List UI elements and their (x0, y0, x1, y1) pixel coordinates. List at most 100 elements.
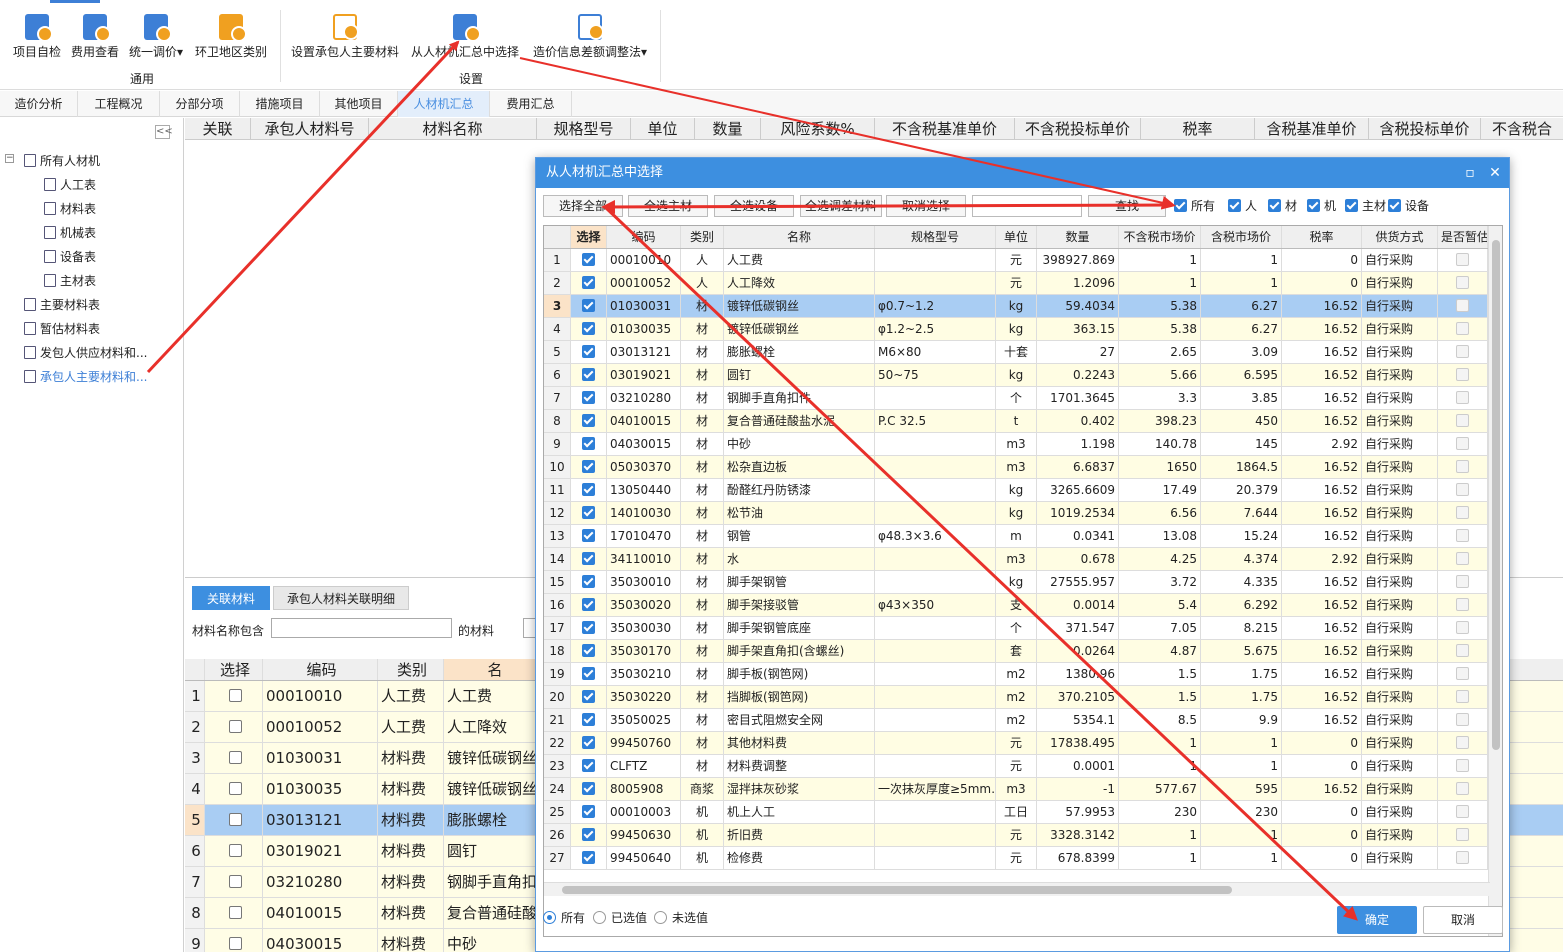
row-checkbox[interactable] (582, 621, 595, 634)
table-row[interactable]: 9 04030015 材中砂 m3 1.198 140.78 145 2.92 自行采购 (544, 433, 1488, 456)
row-checkbox[interactable] (582, 575, 595, 588)
tab-section-items[interactable]: 分部分项 (160, 91, 240, 117)
close-icon[interactable]: ✕ (1483, 158, 1507, 188)
row-checkbox[interactable] (228, 689, 242, 702)
table-row[interactable]: 21 35050025 材密目式阻燃安全网 m2 5354.1 8.5 9.9 16.52 自行… (544, 709, 1488, 732)
select-from-summary-button[interactable]: 从人材机汇总中选择 (410, 14, 520, 64)
tree-node-labor[interactable]: 人工表 (44, 174, 96, 196)
col-unit[interactable]: 单位 (996, 226, 1037, 248)
table-row[interactable]: 11 13050440 材酚醛红丹防锈漆 kg 3265.6609 17.49 20.379… (544, 479, 1488, 502)
row-checkbox[interactable] (582, 851, 595, 864)
tree-node-machine[interactable]: 机械表 (44, 222, 96, 244)
provisional-checkbox[interactable] (1456, 437, 1469, 450)
provisional-checkbox[interactable] (1456, 851, 1469, 864)
tree-node-material[interactable]: 材料表 (44, 198, 96, 220)
col-bid-price[interactable]: 不含税投标单价 (1015, 118, 1141, 140)
row-checkbox[interactable] (582, 552, 595, 565)
set-contractor-material-button[interactable]: 设置承包人主要材料 (290, 14, 400, 64)
row-checkbox[interactable] (582, 713, 595, 726)
row-checkbox[interactable] (582, 506, 595, 519)
row-checkbox[interactable] (582, 805, 595, 818)
row-checkbox[interactable] (228, 906, 242, 919)
provisional-checkbox[interactable] (1456, 414, 1469, 427)
row-checkbox[interactable] (228, 937, 242, 950)
region-category-button[interactable]: 环卫地区类别 (193, 14, 269, 64)
radio-unselected[interactable]: 未选值 (654, 910, 708, 926)
col-supply-mode[interactable]: 供货方式 (1362, 226, 1438, 248)
row-checkbox[interactable] (582, 782, 595, 795)
confirm-button[interactable]: 确定 (1337, 906, 1417, 934)
unified-price-button[interactable]: 统一调价▾ (126, 14, 186, 64)
provisional-checkbox[interactable] (1456, 299, 1469, 312)
provisional-checkbox[interactable] (1456, 805, 1469, 818)
col-taxed-market-price[interactable]: 含税市场价 (1201, 226, 1282, 248)
provisional-checkbox[interactable] (1456, 575, 1469, 588)
search-button[interactable]: 查找 (1088, 195, 1166, 217)
row-checkbox[interactable] (582, 414, 595, 427)
maximize-icon[interactable]: ▫ (1458, 158, 1482, 188)
table-row[interactable]: 20 35030220 材挡脚板(钢笆网) m2 370.2105 1.5 1.75 16.5… (544, 686, 1488, 709)
cell-name[interactable]: 钢脚手直角扣 (444, 867, 544, 897)
row-checkbox[interactable] (582, 322, 595, 335)
deselect-button[interactable]: 取消选择 (886, 195, 966, 217)
tab-cost-analysis[interactable]: 造价分析 (0, 91, 78, 117)
table-row[interactable]: 23 CLFTZ 材材料费调整元 0.0001 1 1 0 自行采购 (544, 755, 1488, 778)
col-link[interactable]: 关联 (185, 118, 251, 140)
select-all-equipment-button[interactable]: 全选设备 (714, 195, 794, 217)
table-row[interactable]: 15 35030010 材脚手架钢管 kg 27555.957 3.72 4.335 16.5… (544, 571, 1488, 594)
select-all-button[interactable]: 选择全部 (543, 195, 623, 217)
material-name-filter-input[interactable] (271, 618, 452, 638)
col-tax-rate[interactable]: 税率 (1282, 226, 1362, 248)
col-untaxed-market-price[interactable]: 不含税市场价 (1119, 226, 1201, 248)
provisional-checkbox[interactable] (1456, 322, 1469, 335)
provisional-checkbox[interactable] (1456, 529, 1469, 542)
table-row[interactable]: 3 01030031 材镀锌低碳钢丝 φ0.7~1.2 kg 59.4034 5.38 6.2… (544, 295, 1488, 318)
tree-node-all[interactable]: 所有人材机 (24, 150, 100, 172)
radio-all[interactable]: 所有 (543, 910, 585, 926)
col-select[interactable]: 选择 (205, 659, 263, 680)
project-check-button[interactable]: 项目自检 (10, 14, 64, 64)
provisional-checkbox[interactable] (1456, 483, 1469, 496)
table-row[interactable]: 13 17010470 材钢管 φ48.3×3.6 m 0.0341 13.08 15.24 1… (544, 525, 1488, 548)
table-row[interactable]: 8 04010015 材复合普通硅酸盐水泥 P.C 32.5 t 0.402 398.23 4… (544, 410, 1488, 433)
table-row[interactable]: 12 14010030 材松节油 kg 1019.2534 6.56 7.644 16.52 自… (544, 502, 1488, 525)
table-row[interactable]: 17 35030030 材脚手架钢管底座 个 371.547 7.05 8.215 16.52… (544, 617, 1488, 640)
row-checkbox[interactable] (582, 345, 595, 358)
provisional-checkbox[interactable] (1456, 690, 1469, 703)
tree-node-equipment[interactable]: 设备表 (44, 246, 96, 268)
provisional-checkbox[interactable] (1456, 276, 1469, 289)
provisional-checkbox[interactable] (1456, 828, 1469, 841)
table-row[interactable]: 6 03019021 材圆钉 50~75 kg 0.2243 5.66 6.595 16.52 自… (544, 364, 1488, 387)
row-checkbox[interactable] (582, 437, 595, 450)
table-row[interactable]: 19 35030210 材脚手板(钢笆网) m2 1380.96 1.5 1.75 16.52… (544, 663, 1488, 686)
provisional-checkbox[interactable] (1456, 368, 1469, 381)
table-row[interactable]: 25 00010003 机机上人工 工日 57.9953 230 230 0 自行采购 (544, 801, 1488, 824)
filter-equipment[interactable]: 设备 (1388, 197, 1429, 215)
col-provisional[interactable]: 是否暂估 (1438, 226, 1488, 248)
col-untaxed-total[interactable]: 不含税合 (1481, 118, 1563, 140)
row-checkbox[interactable] (582, 529, 595, 542)
table-row[interactable]: 4 01030035 材镀锌低碳钢丝 φ1.2~2.5 kg 363.15 5.38 6.27… (544, 318, 1488, 341)
provisional-checkbox[interactable] (1456, 391, 1469, 404)
collapse-panel-button[interactable]: << (155, 125, 173, 139)
horizontal-scrollbar[interactable] (544, 882, 1490, 896)
table-row[interactable]: 14 34110010 材水 m3 0.678 4.25 4.374 2.92 自行采购 (544, 548, 1488, 571)
tab-linked-materials[interactable]: 关联材料 (192, 586, 270, 610)
row-checkbox[interactable] (582, 483, 595, 496)
row-checkbox[interactable] (582, 253, 595, 266)
scroll-thumb[interactable] (1492, 240, 1500, 750)
tree-node-provisional[interactable]: 暂估材料表 (24, 318, 100, 340)
radio-selected[interactable]: 已选值 (593, 910, 647, 926)
provisional-checkbox[interactable] (1456, 598, 1469, 611)
cell-name[interactable]: 中砂 (444, 929, 544, 952)
col-risk[interactable]: 风险系数% (761, 118, 875, 140)
col-unit[interactable]: 单位 (631, 118, 695, 140)
provisional-checkbox[interactable] (1456, 782, 1469, 795)
row-checkbox[interactable] (582, 690, 595, 703)
cell-name[interactable]: 镀锌低碳钢丝 (444, 774, 544, 804)
table-row[interactable]: 24 8005908 商浆 湿拌抹灰砂浆 一次抹灰厚度≥5mm… m3 -1 577.67 59… (544, 778, 1488, 801)
row-checkbox[interactable] (582, 828, 595, 841)
col-quantity[interactable]: 数量 (1037, 226, 1119, 248)
cell-name[interactable]: 复合普通硅酸 (444, 898, 544, 928)
tree-node-contractor-main[interactable]: 承包人主要材料和... (24, 366, 147, 388)
